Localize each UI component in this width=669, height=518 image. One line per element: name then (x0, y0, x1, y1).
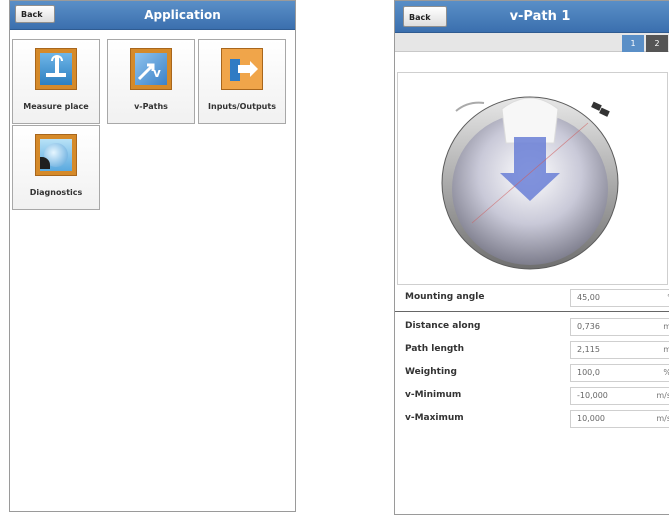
tile-label: Inputs/Outputs (208, 102, 276, 111)
diagnostics-icon (35, 134, 77, 176)
field-value: 45,00 (577, 293, 600, 302)
field-label: Path length (405, 344, 465, 354)
tile-diagnostics[interactable]: Diagnostics (12, 125, 100, 210)
svg-text:v: v (153, 66, 161, 80)
field-weighting: Weighting 100,0 % (405, 364, 669, 384)
weighting-input[interactable]: 100,0 % (570, 364, 669, 382)
tab-strip: 1 2 (395, 33, 669, 52)
application-titlebar: Back Application (10, 1, 295, 30)
tile-label: v-Paths (134, 102, 168, 111)
field-unit: m/s (656, 414, 669, 423)
tab-1[interactable]: 1 (622, 35, 644, 52)
page-title: Application (144, 8, 221, 22)
tile-measure-place[interactable]: Measure place (12, 39, 100, 124)
tile-inputs-outputs[interactable]: Inputs/Outputs (198, 39, 286, 124)
field-value: 10,000 (577, 414, 605, 423)
pipe-3d-view (397, 72, 668, 285)
tile-v-paths[interactable]: v v-Paths (107, 39, 195, 124)
divider (395, 311, 669, 312)
tab-2[interactable]: 2 (646, 35, 668, 52)
v-path-panel: Back v-Path 1 1 2 Mounting angle 45,00 D… (394, 0, 669, 515)
field-label: Distance along (405, 321, 481, 331)
field-path-length: Path length 2,115 m (405, 341, 669, 361)
application-panel: Back Application Measure place v v-Paths (9, 0, 296, 512)
field-value: 0,736 (577, 322, 600, 331)
field-label: Mounting angle (405, 292, 485, 302)
field-v-maximum: v-Maximum 10,000 m/s (405, 410, 669, 430)
field-value: 2,115 (577, 345, 600, 354)
back-button[interactable]: Back (15, 5, 55, 23)
field-unit: % (663, 365, 669, 381)
field-label: v-Maximum (405, 413, 464, 423)
mounting-angle-input[interactable]: 45,00 ° (570, 289, 669, 307)
v-path-titlebar: Back v-Path 1 (395, 1, 669, 33)
measure-place-icon (35, 48, 77, 90)
distance-along-input[interactable]: 0,736 m (570, 318, 669, 336)
tile-label: Diagnostics (29, 188, 83, 197)
page-title: v-Path 1 (509, 9, 571, 24)
v-paths-icon: v (130, 48, 172, 90)
tile-label: Measure place (23, 102, 89, 111)
v-maximum-input[interactable]: 10,000 m/s (570, 410, 669, 428)
field-unit: m (663, 319, 669, 335)
field-value: 100,0 (577, 368, 600, 377)
field-value: -10,000 (577, 391, 608, 400)
field-unit: m (663, 342, 669, 358)
pipe-diagram (441, 96, 619, 270)
path-length-input[interactable]: 2,115 m (570, 341, 669, 359)
field-v-minimum: v-Minimum -10,000 m/s (405, 387, 669, 407)
field-unit: m/s (656, 391, 669, 400)
inputs-outputs-icon (221, 48, 263, 90)
field-mounting-angle: Mounting angle 45,00 ° (405, 289, 669, 309)
field-label: v-Minimum (405, 390, 462, 400)
v-minimum-input[interactable]: -10,000 m/s (570, 387, 669, 405)
back-button[interactable]: Back (403, 6, 447, 27)
field-distance-along: Distance along 0,736 m (405, 318, 669, 338)
field-label: Weighting (405, 367, 457, 377)
